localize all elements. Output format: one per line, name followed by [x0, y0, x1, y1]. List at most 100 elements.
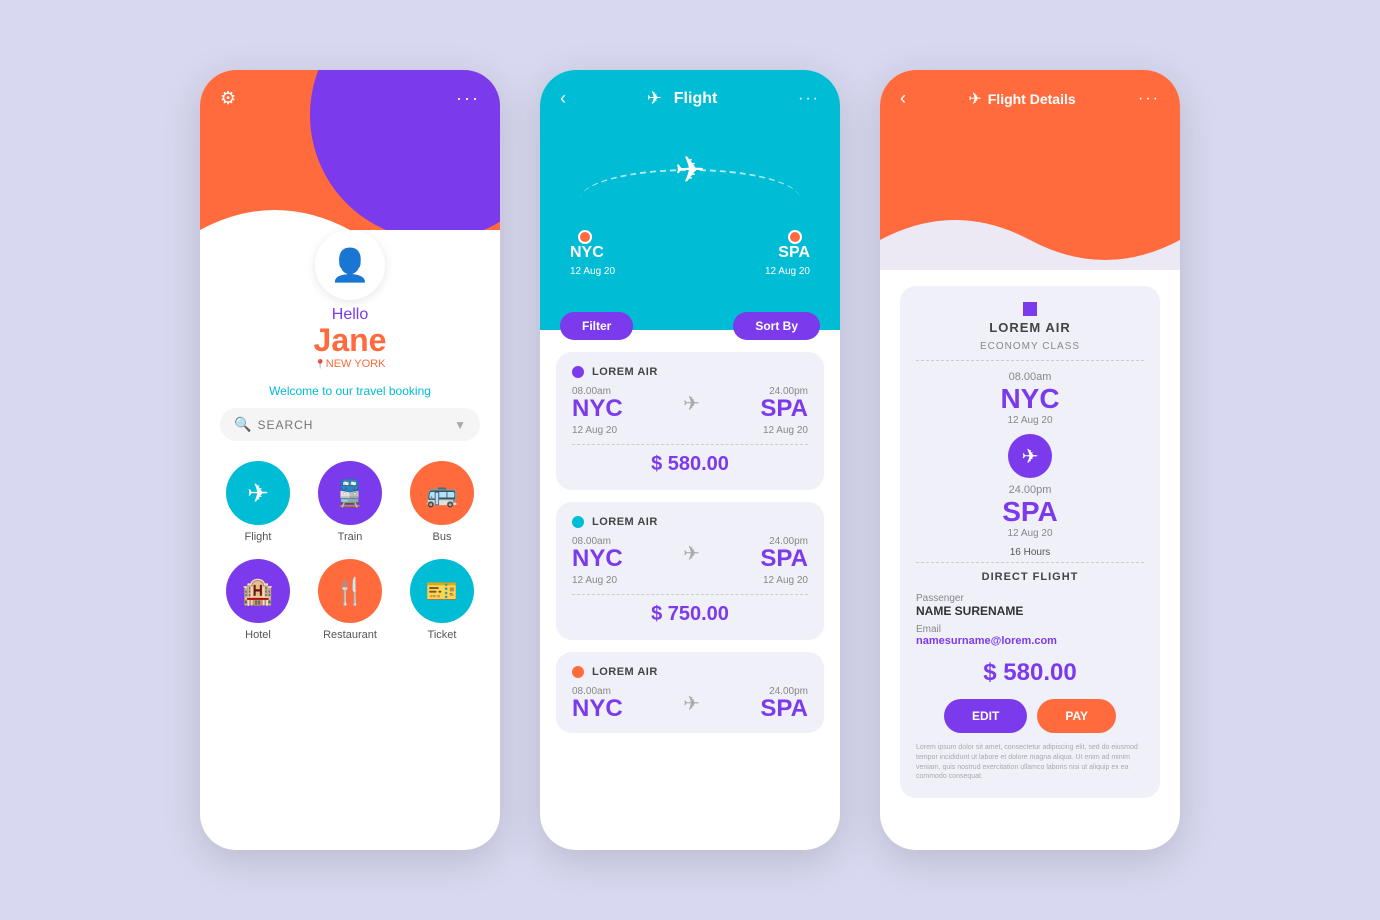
restaurant-icon-circle: 🍴: [318, 559, 382, 623]
category-flight[interactable]: ✈ Flight: [220, 461, 296, 543]
disclaimer-text: Lorem ipsum dolor sit amet, consectetur …: [916, 743, 1144, 782]
hotel-label: Hotel: [245, 629, 271, 641]
dep-city: NYC: [916, 383, 1144, 415]
avatar: 👤: [315, 230, 385, 300]
category-train[interactable]: 🚆 Train: [312, 461, 388, 543]
arrival-label: SPA 12 Aug 20: [765, 243, 810, 279]
airline-title: LOREM AIR: [916, 320, 1144, 335]
arrival-block-1: 24.00pm SPA: [760, 386, 808, 421]
user-profile: 👤 Hello Jane NEW YORK: [220, 230, 480, 370]
page-title: Flight: [674, 90, 718, 108]
search-input[interactable]: [257, 418, 454, 432]
flight-icon-circle: ✈: [226, 461, 290, 525]
phone2-topbar: ‹ ✈ Flight ···: [560, 88, 820, 109]
ticket-card-2[interactable]: LOREM AIR 08.00am NYC ✈ 24.00pm SPA 12 A…: [556, 502, 824, 640]
flight-arrow-icon-3: ✈: [683, 691, 700, 716]
ticket-label: Ticket: [428, 629, 457, 641]
airline-dot-2: [572, 516, 584, 528]
filter-sort-row: Filter Sort By: [540, 312, 840, 340]
ticket-icon-circle: 🎫: [410, 559, 474, 623]
sort-button[interactable]: Sort By: [733, 312, 820, 340]
arrival-block-2: 24.00pm SPA: [760, 536, 808, 571]
category-restaurant[interactable]: 🍴 Restaurant: [312, 559, 388, 641]
more-options-icon[interactable]: ···: [798, 90, 820, 108]
arr-time: 24.00pm: [916, 484, 1144, 496]
more-options-icon-ph3[interactable]: ···: [1138, 90, 1160, 108]
ticket-list: LOREM AIR 08.00am NYC ✈ 24.00pm SPA 12 A…: [540, 340, 840, 757]
dep-time: 08.00am: [916, 371, 1144, 383]
departure-block-2: 08.00am NYC: [572, 536, 623, 571]
search-bar[interactable]: 🔍 ▼: [220, 408, 480, 441]
passenger-section: Passenger NAME SURENAME: [916, 593, 1144, 618]
phone-flight-list: ‹ ✈ Flight ··· ✈ NYC 12 Aug 20 SPA 12 Au…: [540, 70, 840, 850]
train-icon-circle: 🚆: [318, 461, 382, 525]
filter-button[interactable]: Filter: [560, 312, 633, 340]
header-plane-icon-ph3: ✈: [968, 89, 981, 109]
airline-dot-1: [572, 366, 584, 378]
phone3-header: ‹ ✈ Flight Details ···: [880, 70, 1180, 270]
airline-row-2: LOREM AIR: [572, 516, 808, 528]
arr-city: SPA: [916, 496, 1144, 528]
airline-name-2: LOREM AIR: [592, 516, 658, 528]
phone3-topbar: ‹ ✈ Flight Details ···: [900, 88, 1160, 109]
phone3-body: LOREM AIR ECONOMY CLASS 08.00am NYC 12 A…: [880, 286, 1180, 814]
airline-dot-3: [572, 666, 584, 678]
train-label: Train: [338, 531, 363, 543]
settings-icon[interactable]: ⚙: [220, 88, 236, 109]
user-name: Jane: [314, 324, 387, 356]
ticket-price-detail: $ 580.00: [916, 659, 1144, 687]
more-options-icon[interactable]: ···: [456, 88, 480, 109]
flight-label: Flight: [245, 531, 272, 543]
pay-button[interactable]: PAY: [1037, 699, 1116, 733]
user-icon: 👤: [330, 246, 370, 284]
ticket-price-1: $ 580.00: [572, 444, 808, 476]
plane-circle-icon: ✈: [1008, 434, 1052, 478]
phone1-topbar: ⚙ ···: [200, 70, 500, 109]
route-map: ✈ NYC 12 Aug 20 SPA 12 Aug 20: [560, 119, 820, 299]
flight-type-label: DIRECT FLIGHT: [916, 562, 1144, 583]
airline-name-1: LOREM AIR: [592, 366, 658, 378]
category-bus[interactable]: 🚌 Bus: [404, 461, 480, 543]
ticket-price-2: $ 750.00: [572, 594, 808, 626]
edit-button[interactable]: EDIT: [944, 699, 1027, 733]
phone-flight-details: ‹ ✈ Flight Details ··· LOREM AIR ECONOMY…: [880, 70, 1180, 850]
airline-name-3: LOREM AIR: [592, 666, 658, 678]
category-hotel[interactable]: 🏨 Hotel: [220, 559, 296, 641]
class-label: ECONOMY CLASS: [916, 341, 1144, 361]
duration-label: 16 Hours: [916, 547, 1144, 558]
airline-row-1: LOREM AIR: [572, 366, 808, 378]
page-title-ph3: Flight Details: [988, 91, 1076, 107]
departure-label: NYC 12 Aug 20: [570, 243, 615, 279]
passenger-name-value: NAME SURENAME: [916, 604, 1144, 618]
phone-home: ⚙ ··· 👤 Hello Jane NEW YORK Welcome to o…: [200, 70, 500, 850]
email-value: namesurname@lorem.com: [916, 635, 1144, 647]
departure-block-3: 08.00am NYC: [572, 686, 623, 721]
welcome-message: Welcome to our travel booking: [220, 384, 480, 398]
category-ticket[interactable]: 🎫 Ticket: [404, 559, 480, 641]
back-button[interactable]: ‹: [560, 88, 566, 109]
ticket-card-1[interactable]: LOREM AIR 08.00am NYC ✈ 24.00pm SPA 12 A…: [556, 352, 824, 490]
dropdown-arrow-icon[interactable]: ▼: [454, 418, 466, 432]
wave-divider-ph3: [880, 190, 1180, 270]
flight-arrow-icon-2: ✈: [683, 541, 700, 566]
departure-section: 08.00am NYC 12 Aug 20: [916, 371, 1144, 426]
route-row-2: 08.00am NYC ✈ 24.00pm SPA: [572, 536, 808, 571]
user-location: NEW YORK: [315, 358, 386, 370]
flight-arrow-icon-1: ✈: [683, 391, 700, 416]
dates-row-1: 12 Aug 20 12 Aug 20: [572, 425, 808, 436]
bus-icon-circle: 🚌: [410, 461, 474, 525]
hotel-icon-circle: 🏨: [226, 559, 290, 623]
category-grid: ✈ Flight 🚆 Train 🚌 Bus 🏨 Hotel 🍴 Restaur…: [220, 461, 480, 641]
back-button-ph3[interactable]: ‹: [900, 88, 906, 109]
route-row-3: 08.00am NYC ✈ 24.00pm SPA: [572, 686, 808, 721]
ticket-card-3[interactable]: LOREM AIR 08.00am NYC ✈ 24.00pm SPA: [556, 652, 824, 733]
dates-row-2: 12 Aug 20 12 Aug 20: [572, 575, 808, 586]
route-row-1: 08.00am NYC ✈ 24.00pm SPA: [572, 386, 808, 421]
email-field-label: Email: [916, 624, 1144, 635]
action-buttons-row: EDIT PAY: [916, 699, 1144, 733]
arrival-section: 24.00pm SPA 12 Aug 20: [916, 484, 1144, 539]
arrival-block-3: 24.00pm SPA: [760, 686, 808, 721]
airline-indicator-dot: [1023, 302, 1037, 316]
dep-date: 12 Aug 20: [916, 415, 1144, 426]
bus-label: Bus: [433, 531, 452, 543]
